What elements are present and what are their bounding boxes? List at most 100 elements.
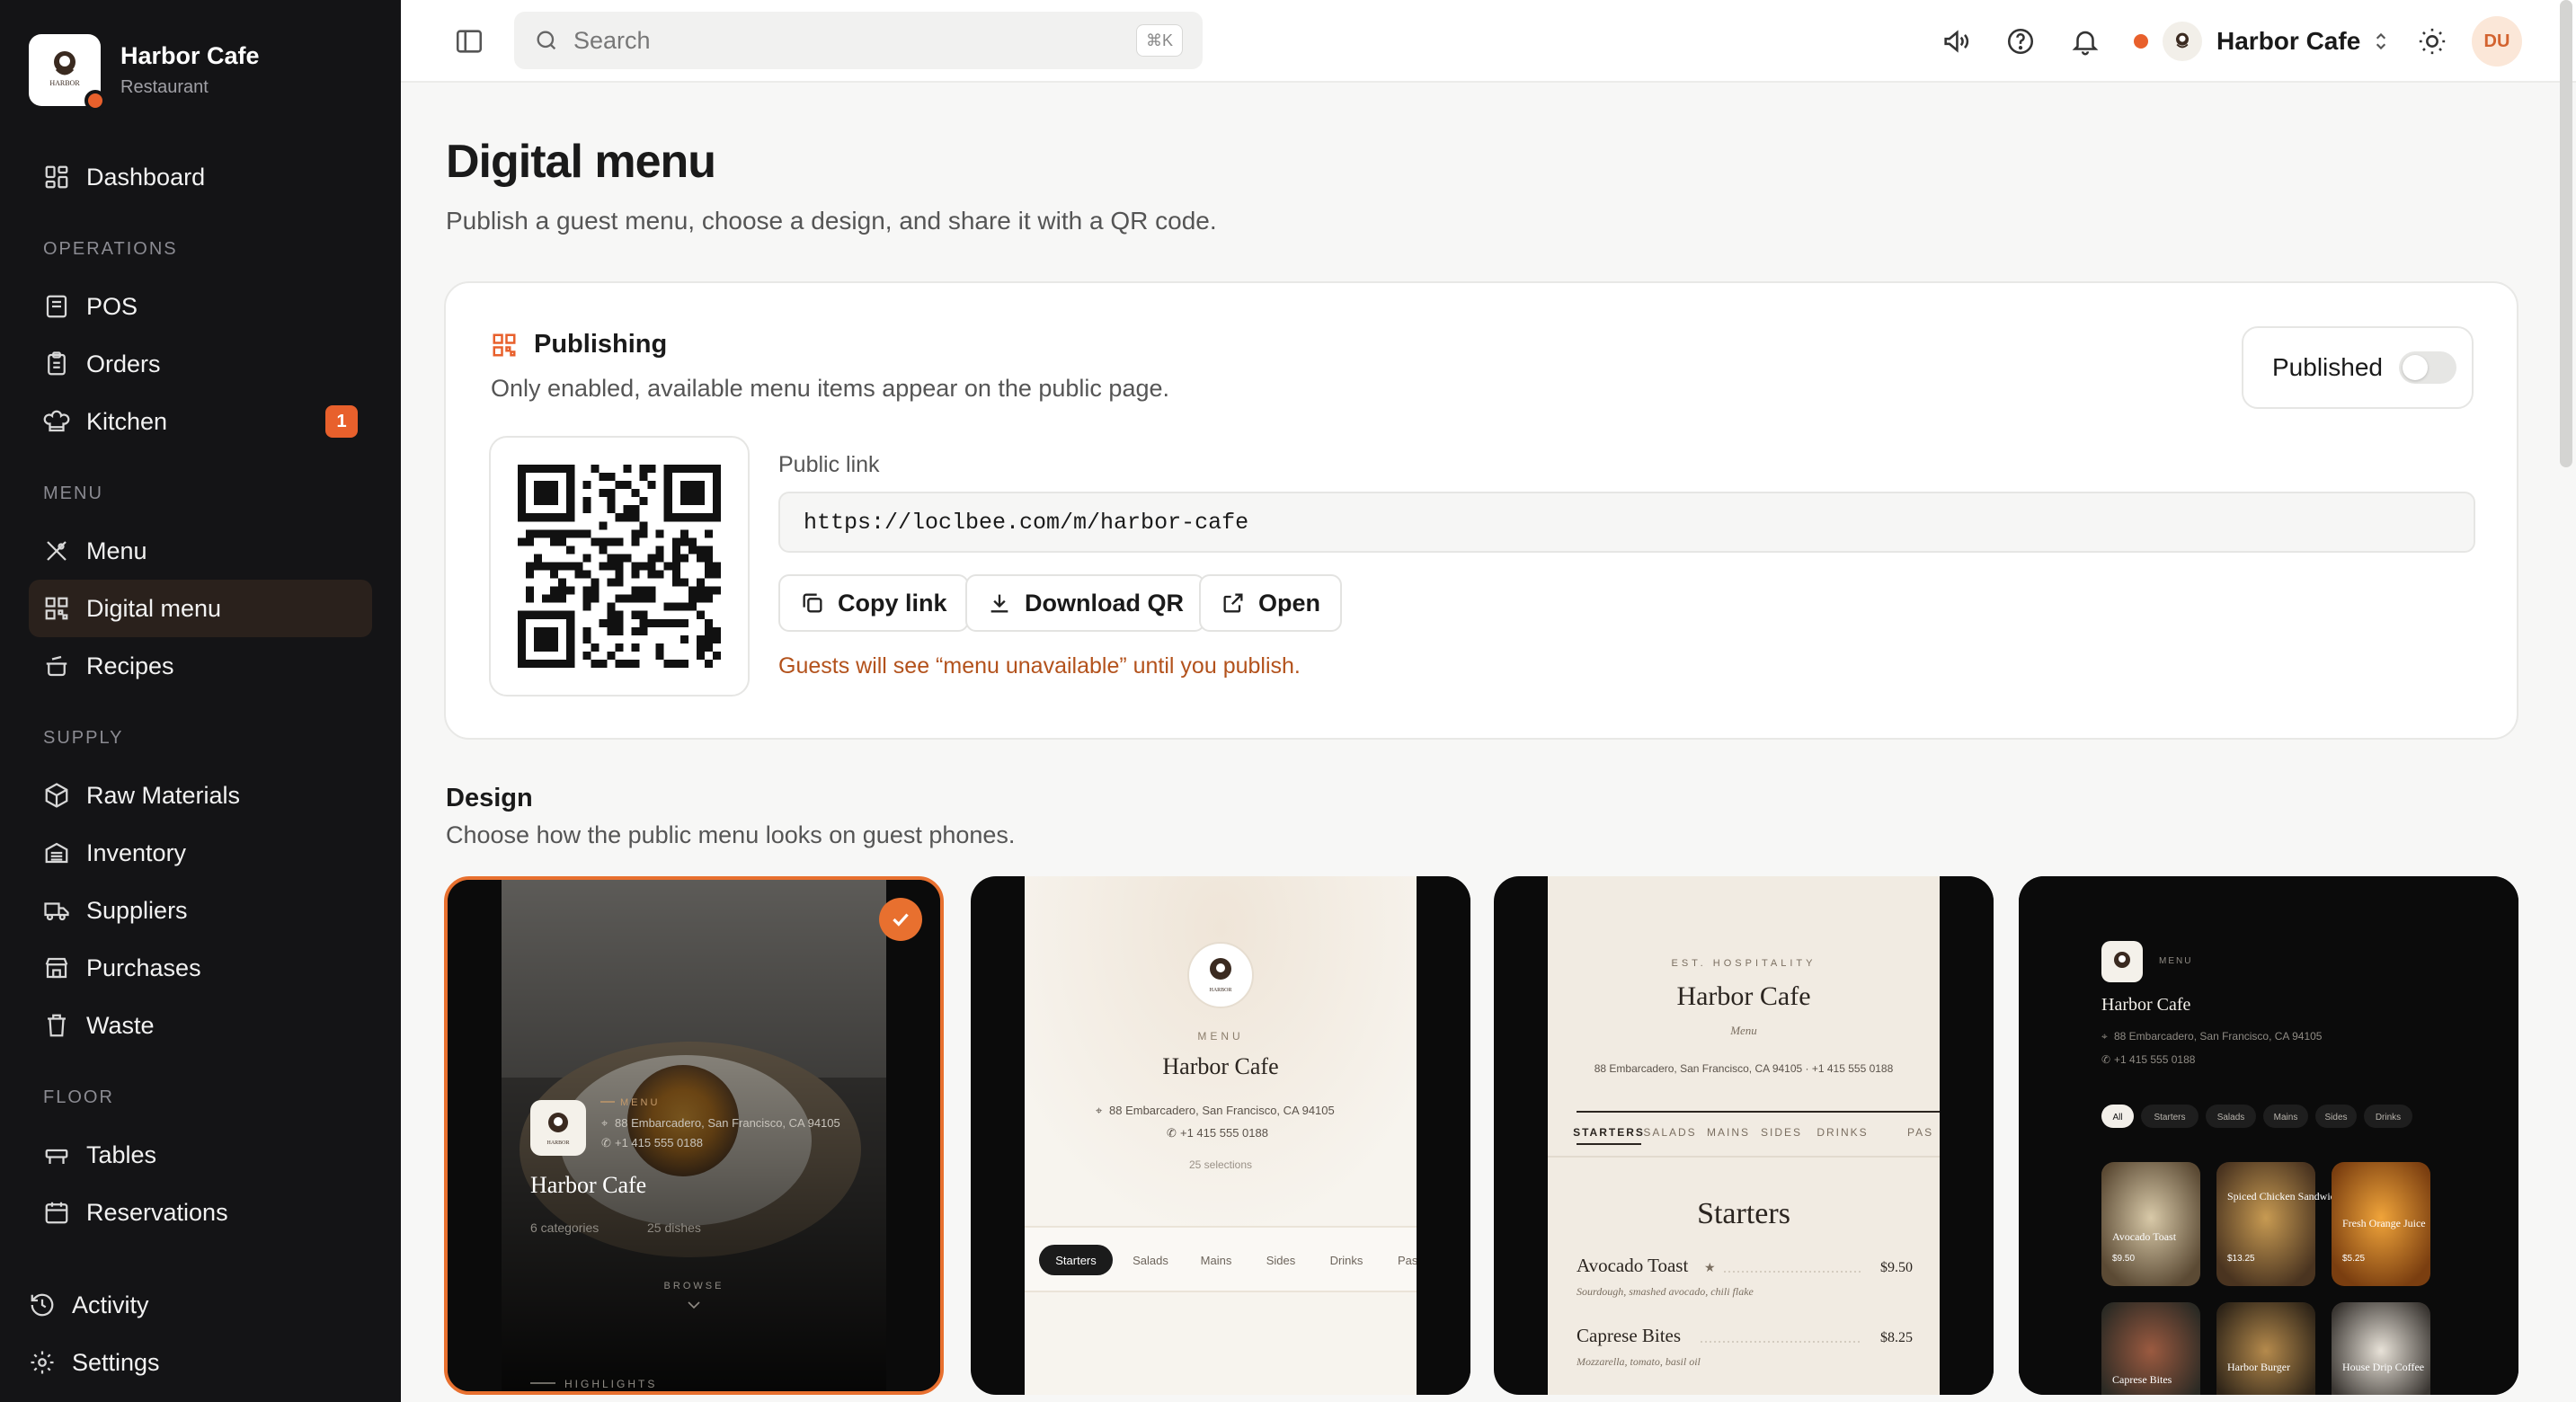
design-option-editorial[interactable]: EST. HOSPITALITY Harbor Cafe Menu 88 Emb… [1494, 876, 1994, 1395]
restaurant-switcher[interactable]: Harbor Cafe [2134, 18, 2393, 65]
qr-module [526, 594, 535, 603]
qr-module [615, 643, 624, 652]
qr-module [558, 537, 567, 546]
notifications-button[interactable] [2067, 23, 2103, 59]
svg-text:+1 415 555 0188: +1 415 555 0188 [2114, 1053, 2196, 1066]
svg-text:Menu: Menu [1729, 1024, 1757, 1037]
qr-module [712, 570, 721, 579]
open-link-button[interactable]: Open [1199, 574, 1343, 632]
copy-link-button[interactable]: Copy link [778, 574, 969, 632]
qr-module [550, 570, 559, 579]
design-option-classic[interactable]: HARBOR MENU Harbor Cafe ⌖ 88 Embarcadero… [971, 876, 1470, 1395]
qr-module [599, 562, 608, 571]
nav-purchases[interactable]: Purchases [29, 939, 372, 997]
theme-toggle-button[interactable] [2414, 23, 2450, 59]
nav-activity[interactable]: Activity [14, 1276, 358, 1334]
qr-module [574, 562, 583, 571]
nav-waste[interactable]: Waste [29, 997, 372, 1054]
design-option-grid[interactable]: MENU Harbor Cafe ⌖ 88 Embarcadero, San F… [2019, 876, 2518, 1395]
nav-menu[interactable]: Menu [29, 522, 372, 580]
user-avatar[interactable]: DU [2472, 16, 2522, 67]
nav-tables[interactable]: Tables [29, 1126, 372, 1184]
brand-type: Restaurant [120, 77, 209, 97]
svg-text:DRINKS: DRINKS [1817, 1126, 1868, 1139]
qr-module [671, 546, 680, 555]
download-qr-button[interactable]: Download QR [965, 574, 1205, 632]
store-icon [45, 957, 68, 979]
nav-reservations[interactable]: Reservations [29, 1184, 372, 1241]
svg-text:Harbor Cafe: Harbor Cafe [1676, 981, 1810, 1011]
svg-text:⌖: ⌖ [2101, 1030, 2108, 1043]
qr-module [558, 594, 567, 603]
nav-orders[interactable]: Orders [29, 335, 372, 393]
nav-dashboard[interactable]: Dashboard [29, 148, 372, 206]
harbor-logo-icon: HARBOR [49, 51, 80, 87]
public-link-field[interactable]: https://loclbee.com/m/harbor-cafe [778, 492, 2475, 553]
svg-text:House Drip Coffee: House Drip Coffee [2342, 1361, 2424, 1373]
qr-module [558, 562, 567, 571]
design-option-photo[interactable]: HARBOR MENU ⌖ 88 Embarcadero, San Franci… [444, 876, 944, 1395]
sun-icon [2419, 28, 2446, 55]
copy-link-label: Copy link [838, 589, 947, 617]
qr-module [534, 529, 543, 538]
nav-label: Dashboard [86, 163, 206, 191]
qr-module [631, 489, 640, 498]
qr-module [639, 626, 648, 635]
published-switch[interactable] [2398, 351, 2456, 384]
sidebar-toggle-button[interactable] [451, 23, 487, 59]
search-input[interactable]: Search ⌘K [514, 12, 1203, 69]
qr-module [526, 586, 535, 595]
qr-module [591, 465, 600, 474]
design-preview-classic: HARBOR MENU Harbor Cafe ⌖ 88 Embarcadero… [1025, 876, 1470, 1395]
nav-inventory[interactable]: Inventory [29, 824, 372, 882]
page-subtitle: Publish a guest menu, choose a design, a… [446, 207, 1217, 235]
nav-recipes[interactable]: Recipes [29, 637, 372, 695]
qr-module [671, 602, 680, 611]
kitchen-badge: 1 [325, 405, 358, 438]
qr-module [704, 562, 713, 571]
nav-kitchen[interactable]: Kitchen 1 [29, 393, 372, 450]
qr-module [696, 554, 705, 563]
svg-text:Pas: Pas [1398, 1254, 1418, 1267]
qr-module [631, 626, 640, 635]
announcements-button[interactable] [1938, 23, 1974, 59]
qr-module [639, 610, 648, 619]
design-preview-photo: HARBOR MENU ⌖ 88 Embarcadero, San Franci… [448, 880, 940, 1391]
nav-digital-menu[interactable]: Digital menu [29, 580, 372, 637]
qr-module [599, 489, 608, 498]
truck-icon [44, 902, 69, 921]
page-scrollbar[interactable] [2560, 0, 2572, 467]
qr-module [591, 643, 600, 652]
qr-module [526, 537, 535, 546]
qr-module [671, 554, 680, 563]
qr-module [647, 562, 656, 571]
qr-module [639, 618, 648, 627]
nav-settings[interactable]: Settings [14, 1334, 358, 1391]
table-icon [45, 1149, 68, 1164]
nav-pos[interactable]: POS [29, 278, 372, 335]
qr-module [631, 513, 640, 522]
svg-text:MENU: MENU [2159, 956, 2192, 966]
brand[interactable]: HARBOR Harbor Cafe Restaurant [29, 34, 260, 111]
svg-text:25 selections: 25 selections [1189, 1158, 1252, 1171]
help-button[interactable] [2003, 23, 2039, 59]
nav-suppliers[interactable]: Suppliers [29, 882, 372, 939]
qr-module [663, 618, 672, 627]
qr-module [623, 594, 632, 603]
svg-text:Avocado Toast: Avocado Toast [2112, 1230, 2177, 1243]
nav-raw-materials[interactable]: Raw Materials [29, 767, 372, 824]
qr-module [607, 489, 616, 498]
sidebar: HARBOR Harbor Cafe Restaurant Dashboard … [0, 0, 401, 1402]
published-toggle[interactable]: Published [2242, 326, 2474, 409]
qr-module [550, 537, 559, 546]
nav-label: Kitchen [86, 407, 168, 435]
cooking-pot-icon [46, 655, 67, 677]
svg-text:EST. HOSPITALITY: EST. HOSPITALITY [1672, 958, 1817, 969]
qr-module [696, 546, 705, 555]
svg-text:SALADS: SALADS [1643, 1126, 1696, 1139]
qr-module [712, 562, 721, 571]
qr-module [623, 481, 632, 490]
qr-module [615, 562, 624, 571]
qr-module [655, 529, 664, 538]
qr-module [607, 578, 616, 587]
